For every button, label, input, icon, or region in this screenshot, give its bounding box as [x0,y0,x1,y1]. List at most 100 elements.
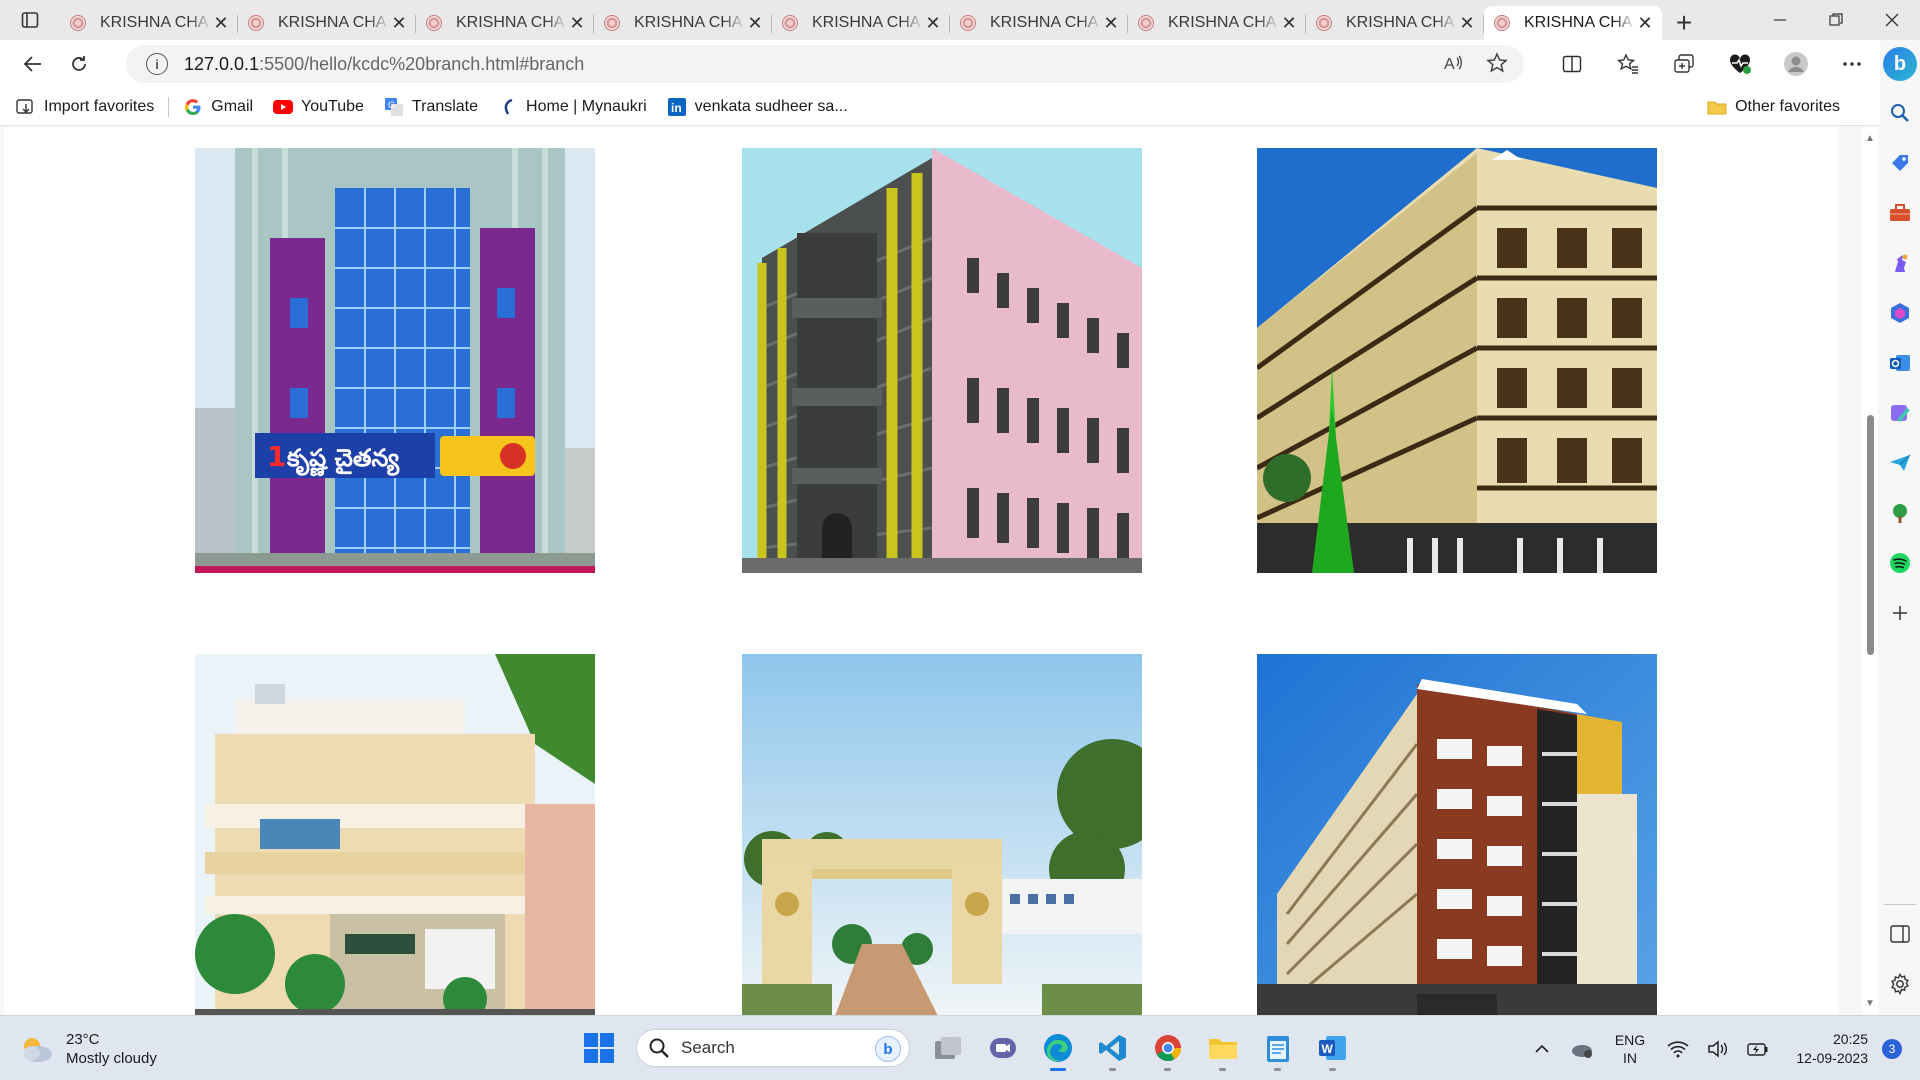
browser-tab[interactable]: KRISHNA CHA ✕ [416,6,594,40]
page-scrollbar[interactable]: ▲ ▼ [1862,127,1878,1015]
taskbar-chrome[interactable] [1140,1024,1195,1072]
tab-close-icon[interactable]: ✕ [1636,13,1654,34]
sidebar-hide-button[interactable] [1880,909,1920,959]
sidebar-outlook-button[interactable] [1880,338,1920,388]
tab-close-icon[interactable]: ✕ [924,13,942,34]
tab-close-icon[interactable]: ✕ [1280,13,1298,34]
site-info-icon[interactable]: i [146,53,168,75]
tab-close-icon[interactable]: ✕ [390,13,408,34]
tab-close-icon[interactable]: ✕ [1458,13,1476,34]
sidebar-tools-button[interactable] [1880,188,1920,238]
volume-button[interactable] [1698,1029,1738,1069]
scroll-down-arrow-icon[interactable]: ▼ [1865,998,1875,1009]
favorite-youtube[interactable]: YouTube [263,92,374,122]
tab-actions-button[interactable] [0,0,60,40]
wifi-button[interactable] [1658,1029,1698,1069]
close-window-button[interactable] [1864,0,1920,40]
sidebar-spotify-button[interactable] [1880,538,1920,588]
browser-tab-active[interactable]: KRISHNA CHA ✕ [1484,6,1662,40]
favorite-mynaukri[interactable]: Home | Mynaukri [488,92,657,122]
tab-close-icon[interactable]: ✕ [568,13,586,34]
start-button[interactable] [578,1027,620,1069]
taskbar-file-explorer[interactable] [1195,1024,1250,1072]
taskbar-word[interactable]: W [1305,1024,1360,1072]
settings-more-button[interactable] [1824,40,1880,88]
taskbar-task-view[interactable] [920,1024,975,1072]
weather-widget[interactable]: 23°C Mostly cloudy [18,1030,157,1068]
folder-icon [1208,1039,1237,1059]
refresh-button[interactable] [58,46,100,82]
sidebar-designer-button[interactable] [1880,388,1920,438]
tab-close-icon[interactable]: ✕ [1102,13,1120,34]
paper-plane-icon [1890,454,1911,471]
clock-button[interactable]: 20:25 12-09-2023 [1786,1030,1868,1068]
browser-tab[interactable]: KRISHNA CHA ✕ [772,6,950,40]
collections-button[interactable] [1656,40,1712,88]
scrollbar-thumb[interactable] [1867,415,1874,655]
restore-button[interactable] [1808,0,1864,40]
scroll-up-arrow-icon[interactable]: ▲ [1865,133,1875,144]
favorites-button[interactable] [1600,40,1656,88]
browser-tab[interactable]: KRISHNA CHA ✕ [594,6,772,40]
minimize-button[interactable] [1752,0,1808,40]
other-favorites-folder[interactable]: Other favorites [1697,92,1850,122]
close-icon [1885,13,1899,27]
browser-tab[interactable]: KRISHNA CHA ✕ [1306,6,1484,40]
taskbar-search-box[interactable]: Search b [636,1029,910,1067]
sidebar-divider [1884,904,1916,905]
weather-condition: Mostly cloudy [66,1050,157,1067]
browser-toolbar: i 127.0.0.1:5500/hello/kcdc%20branch.htm… [0,40,1880,88]
new-tab-button[interactable]: + [1662,6,1706,40]
sidebar-settings-button[interactable] [1880,959,1920,1009]
favorite-linkedin[interactable]: in venkata sudheer sa... [657,92,858,122]
tab-close-icon[interactable]: ✕ [212,13,230,34]
taskbar-vscode[interactable] [1085,1024,1140,1072]
sidebar-add-button[interactable] [1880,588,1920,638]
read-aloud-icon[interactable]: A [1442,52,1464,74]
split-screen-button[interactable] [1544,40,1600,88]
chat-camera-icon [989,1038,1016,1058]
site-favicon-icon [1138,15,1154,31]
plus-icon: + [1675,7,1693,38]
taskbar-teams-chat[interactable] [975,1024,1030,1072]
browser-essentials-button[interactable] [1712,40,1768,88]
url-text[interactable]: 127.0.0.1:5500/hello/kcdc%20branch.html#… [184,54,584,75]
onedrive-button[interactable] [1562,1029,1602,1069]
browser-tab[interactable]: KRISHNA CHA ✕ [238,6,416,40]
sidebar-tree-button[interactable] [1880,488,1920,538]
battery-button[interactable] [1738,1029,1778,1069]
input-language-button[interactable]: ENG IN [1602,1031,1658,1067]
sidebar-games-button[interactable] [1880,238,1920,288]
battery-charging-icon [1747,1042,1768,1056]
tab-close-icon[interactable]: ✕ [746,13,764,34]
search-icon [649,1038,669,1058]
browser-tab[interactable]: KRISHNA CHA ✕ [60,6,238,40]
tab-title: KRISHNA CHA [812,14,921,31]
sidebar-telegram-button[interactable] [1880,438,1920,488]
favorite-import[interactable]: Import favorites [6,92,164,122]
bing-chat-button[interactable]: b [1880,40,1920,88]
notification-badge[interactable]: 3 [1882,1038,1902,1059]
wifi-icon [1667,1040,1689,1057]
active-indicator [1050,1068,1066,1071]
browser-tab[interactable]: KRISHNA CHA ✕ [950,6,1128,40]
sidebar-shopping-button[interactable] [1880,138,1920,188]
sidebar-search-button[interactable] [1880,88,1920,138]
address-bar[interactable]: i 127.0.0.1:5500/hello/kcdc%20branch.htm… [126,45,1524,83]
sidebar-microsoft365-button[interactable] [1880,288,1920,338]
more-dots-icon [1843,62,1861,66]
speaker-icon [1708,1039,1727,1058]
svg-text:కృష్ణ చైతన్య: కృష్ణ చైతన్య [286,444,400,477]
taskbar-notepad[interactable] [1250,1024,1305,1072]
favorite-star-icon[interactable] [1486,52,1508,74]
favorite-gmail[interactable]: Gmail [173,92,263,122]
taskbar-edge[interactable] [1030,1024,1085,1072]
tab-actions-icon [21,12,39,28]
show-hidden-icons-button[interactable] [1522,1029,1562,1069]
running-indicator [1329,1068,1336,1071]
browser-tab[interactable]: KRISHNA CHA ✕ [1128,6,1306,40]
profile-button[interactable] [1768,40,1824,88]
running-indicator [1274,1068,1281,1071]
favorite-translate[interactable]: G Translate [374,92,488,122]
back-button[interactable] [12,46,54,82]
